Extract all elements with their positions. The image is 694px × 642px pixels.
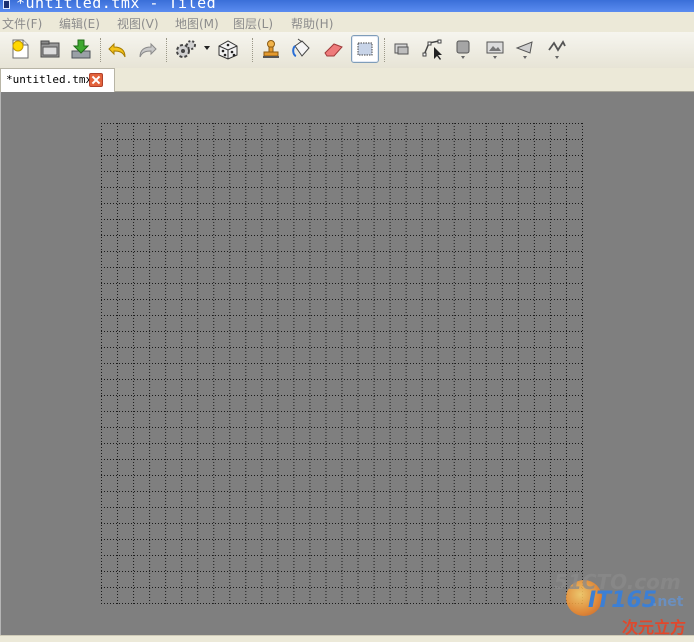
new-file-icon (12, 39, 29, 59)
eraser-tool[interactable] (319, 35, 347, 63)
undo-button[interactable] (104, 35, 132, 63)
edit-polygons-icon (422, 39, 442, 60)
select-objects-tool[interactable] (388, 35, 416, 63)
menu-layer[interactable]: 图层(L) (233, 15, 273, 32)
insert-polygon-icon (515, 41, 533, 59)
menu-edit[interactable]: 编辑(E) (59, 15, 100, 32)
redo-button[interactable] (133, 35, 161, 63)
menu-view[interactable]: 视图(V) (117, 15, 159, 32)
toolbar-separator (384, 38, 386, 62)
eraser-icon (324, 43, 343, 57)
open-folder-icon (40, 40, 60, 58)
stamp-brush-tool[interactable] (257, 35, 285, 63)
tab-untitled-tmx[interactable]: *untitled.tmx (0, 68, 115, 92)
toolbar-separator (100, 38, 102, 62)
redo-icon (139, 42, 157, 58)
bucket-fill-tool[interactable] (287, 35, 315, 63)
tab-label: *untitled.tmx (6, 73, 93, 86)
rectangular-select-icon (357, 42, 373, 56)
insert-polygon-tool[interactable] (511, 35, 539, 63)
edit-polygons-tool[interactable] (418, 35, 446, 63)
insert-polyline-tool[interactable] (543, 35, 571, 63)
new-map-button[interactable] (6, 35, 34, 63)
undo-icon (108, 42, 126, 58)
save-download-icon (71, 39, 91, 59)
tile-grid[interactable] (101, 123, 583, 604)
random-mode-button[interactable] (214, 35, 242, 63)
bucket-fill-icon (292, 38, 310, 57)
toolbar-separator (252, 38, 254, 62)
window-title-bar: *untitled.tmx - Tiled (0, 0, 694, 12)
menu-bar: 文件(F) 编辑(E) 视图(V) 地图(M) 图层(L) 帮助(H) (0, 12, 694, 32)
insert-image-icon (486, 41, 504, 59)
insert-polyline-icon (548, 40, 566, 59)
watermark-suffix: .net (652, 594, 684, 610)
menu-file[interactable]: 文件(F) (2, 15, 42, 32)
main-toolbar (0, 32, 694, 69)
select-objects-icon (394, 43, 409, 55)
command-gears-icon (176, 40, 196, 58)
menu-map[interactable]: 地图(M) (175, 15, 219, 32)
stamp-brush-icon (263, 40, 279, 58)
insert-image-tool[interactable] (481, 35, 509, 63)
save-button[interactable] (67, 35, 95, 63)
document-tab-strip: *untitled.tmx (0, 68, 694, 92)
menu-help[interactable]: 帮助(H) (291, 15, 333, 32)
watermark-brand: IT165 (588, 588, 658, 613)
rectangular-select-tool[interactable] (351, 35, 379, 63)
random-dice-icon (218, 40, 238, 60)
close-tab-icon[interactable] (89, 73, 103, 87)
insert-rectangle-tool[interactable] (449, 35, 477, 63)
insert-rectangle-icon (456, 40, 470, 59)
commands-button[interactable] (172, 35, 200, 63)
watermark-logo: 51CTO.com IT165 .net 次元立方 (548, 570, 690, 637)
open-button[interactable] (36, 35, 64, 63)
app-icon (3, 0, 10, 9)
commands-dropdown-arrow-icon[interactable] (204, 46, 210, 50)
toolbar-separator (166, 38, 168, 62)
window-title: *untitled.tmx - Tiled (16, 0, 217, 12)
